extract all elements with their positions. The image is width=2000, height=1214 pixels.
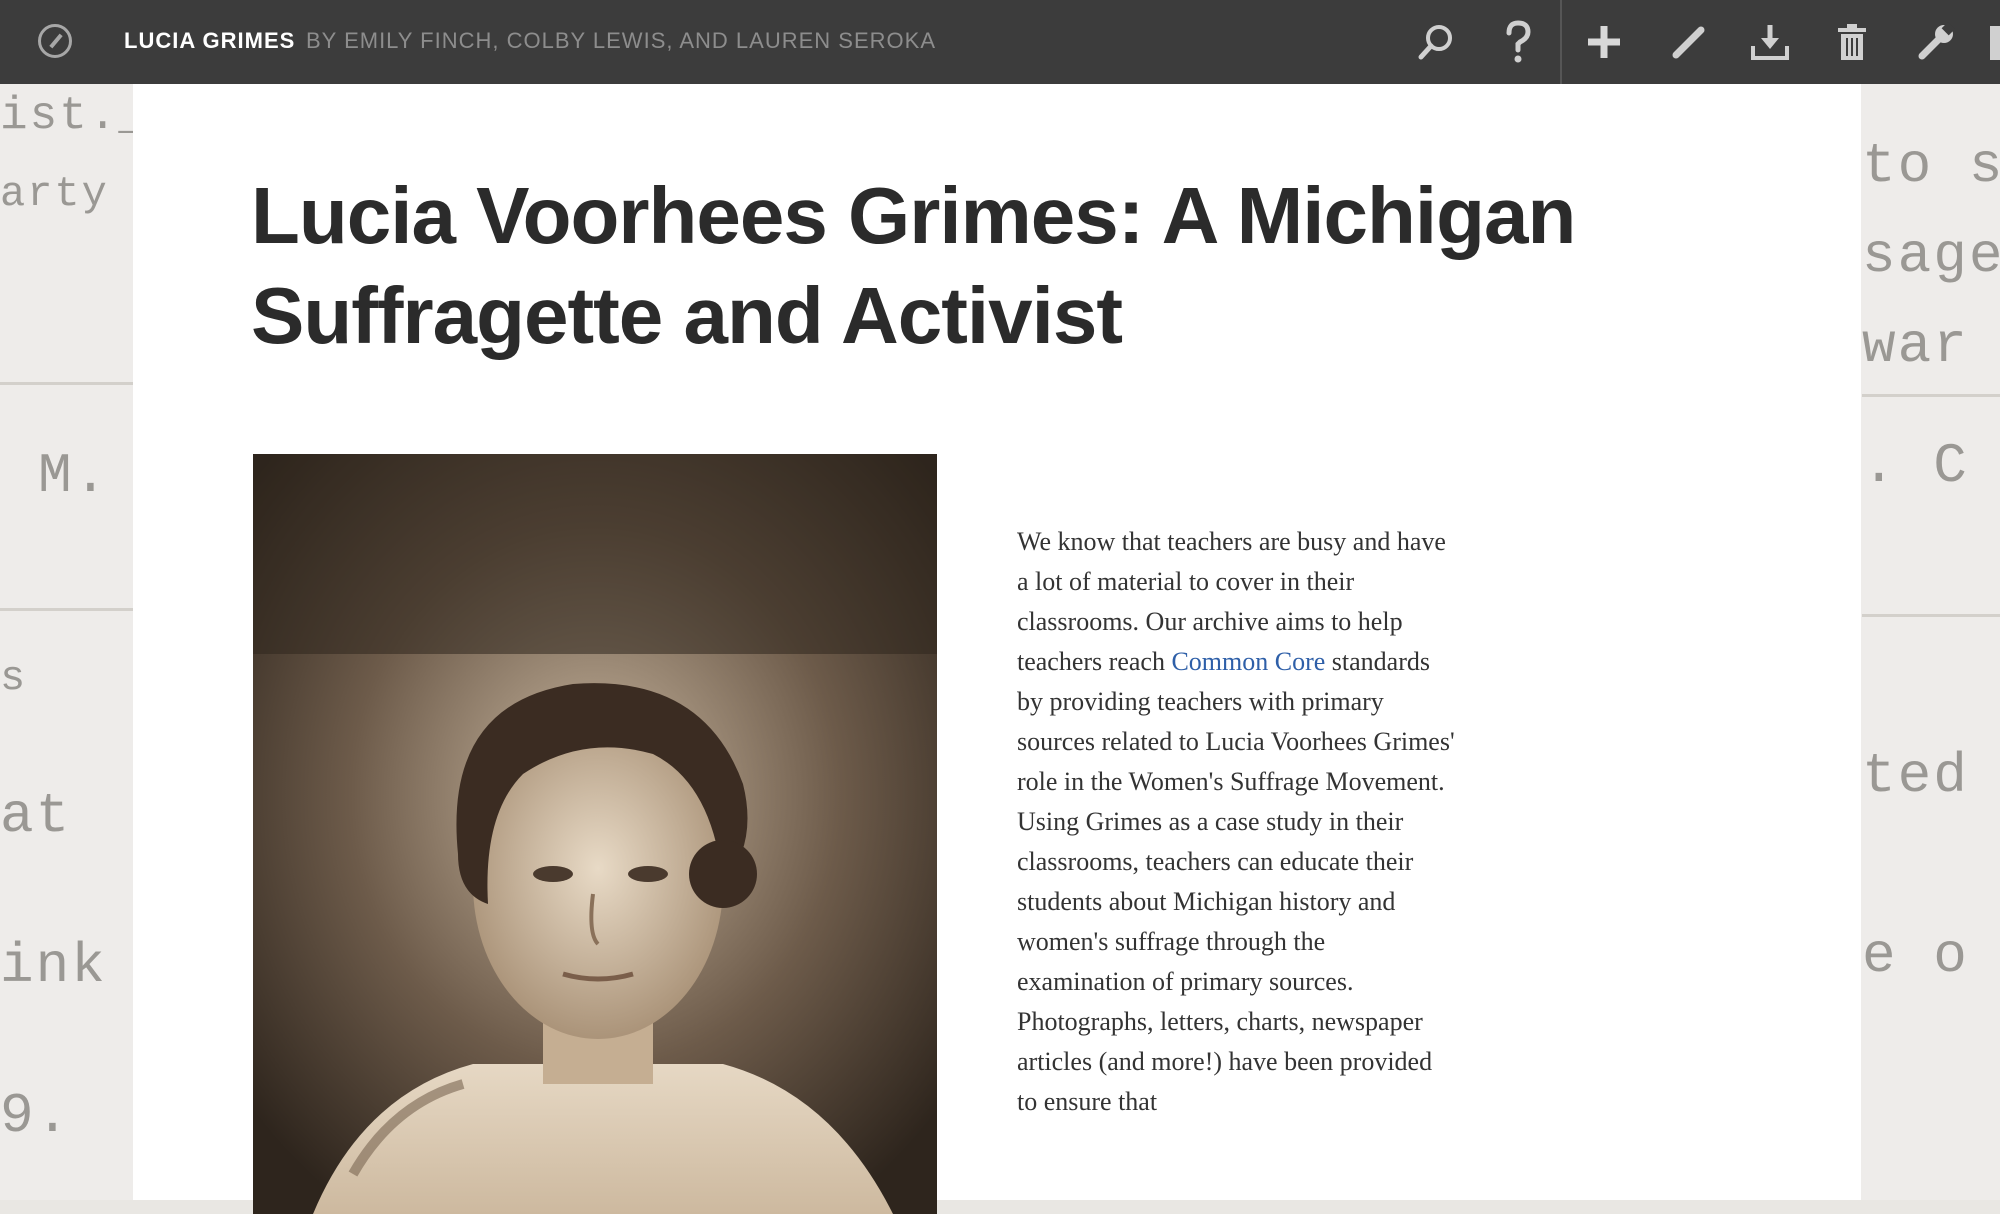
book-title[interactable]: LUCIA GRIMES	[124, 28, 295, 54]
download-icon[interactable]	[1744, 16, 1796, 68]
search-icon[interactable]	[1410, 16, 1462, 68]
bg-text: at	[0, 784, 72, 848]
intro-paragraph: We know that teachers are busy and have …	[1017, 522, 1457, 1122]
wrench-icon[interactable]	[1910, 16, 1962, 68]
add-icon[interactable]	[1578, 16, 1630, 68]
bg-text: . C	[1862, 434, 1969, 498]
portrait-photo	[253, 454, 937, 1214]
bg-text: to s	[1862, 134, 2000, 198]
bg-text: war	[1862, 314, 1969, 378]
bg-rule	[0, 608, 133, 611]
bg-rule	[0, 382, 133, 385]
bg-text: e o	[1862, 924, 1969, 988]
bg-text: 9.	[0, 1084, 72, 1148]
bg-rule	[1862, 614, 2000, 617]
bg-text: M.	[38, 444, 110, 508]
bg-text: ink	[0, 934, 107, 998]
bg-text: arty	[0, 170, 109, 218]
bg-text: sage	[1862, 224, 2000, 288]
compass-icon[interactable]	[38, 24, 72, 58]
toolbar-divider	[1560, 0, 1562, 84]
page-card: Lucia Voorhees Grimes: A Michigan Suffra…	[133, 84, 1861, 1214]
bg-rule	[1862, 394, 2000, 397]
edit-icon[interactable]	[1662, 16, 1714, 68]
help-icon[interactable]	[1492, 16, 1544, 68]
common-core-link[interactable]: Common Core	[1171, 647, 1325, 676]
panel-toggle-icon[interactable]	[1990, 26, 2000, 60]
intro-text-part2: standards by providing teachers with pri…	[1017, 647, 1455, 1116]
top-toolbar: LUCIA GRIMES BY EMILY FINCH, COLBY LEWIS…	[0, 0, 2000, 84]
trash-icon[interactable]	[1826, 16, 1878, 68]
bg-text: s	[0, 654, 28, 702]
book-byline: BY EMILY FINCH, COLBY LEWIS, AND LAUREN …	[306, 28, 936, 53]
bg-text: ted	[1862, 744, 1969, 808]
page-title: Lucia Voorhees Grimes: A Michigan Suffra…	[251, 171, 1576, 360]
